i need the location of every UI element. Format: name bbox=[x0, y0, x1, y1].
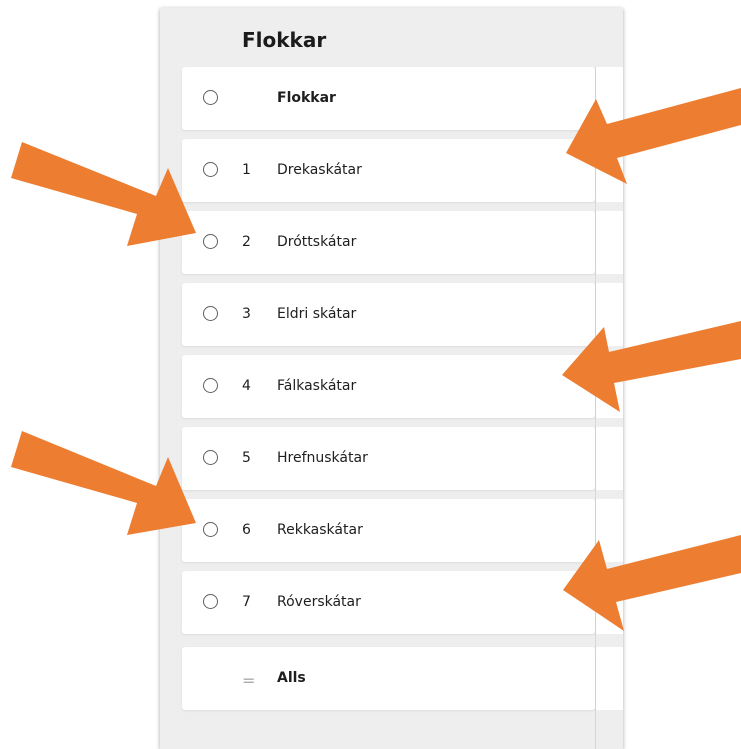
item-label: Eldri skátar bbox=[277, 306, 357, 322]
item-number: 7 bbox=[242, 594, 251, 610]
row-extension bbox=[596, 211, 623, 274]
item-number: 4 bbox=[242, 378, 251, 394]
row-extension bbox=[596, 283, 623, 346]
item-number: 3 bbox=[242, 306, 251, 322]
item-label: Dróttskátar bbox=[277, 234, 357, 250]
list-item[interactable]: 6 Rekkaskátar bbox=[182, 499, 595, 562]
row-extension bbox=[596, 355, 623, 418]
radio-button[interactable] bbox=[203, 234, 218, 249]
panel-title: Flokkar bbox=[242, 28, 327, 52]
row-extension bbox=[596, 499, 623, 562]
list-item[interactable]: 4 Fálkaskátar bbox=[182, 355, 595, 418]
row-extension bbox=[596, 647, 623, 710]
item-label: Rekkaskátar bbox=[277, 522, 363, 538]
row-extension bbox=[596, 139, 623, 202]
row-extension bbox=[596, 571, 623, 634]
list-item[interactable]: 2 Dróttskátar bbox=[182, 211, 595, 274]
radio-button[interactable] bbox=[203, 378, 218, 393]
item-number: 1 bbox=[242, 162, 251, 178]
total-label: Alls bbox=[277, 670, 306, 686]
item-label: Hrefnuskátar bbox=[277, 450, 368, 466]
radio-button[interactable] bbox=[203, 450, 218, 465]
item-number: 2 bbox=[242, 234, 251, 250]
row-extension bbox=[596, 67, 623, 130]
radio-button[interactable] bbox=[203, 306, 218, 321]
list-item[interactable]: 5 Hrefnuskátar bbox=[182, 427, 595, 490]
categories-panel: Flokkar Flokkar 1 Drekaskátar 2 Dróttská… bbox=[160, 8, 623, 749]
select-all-radio[interactable] bbox=[203, 90, 218, 105]
list-item[interactable]: 7 Róverskátar bbox=[182, 571, 595, 634]
radio-button[interactable] bbox=[203, 594, 218, 609]
row-extension bbox=[596, 427, 623, 490]
radio-button[interactable] bbox=[203, 522, 218, 537]
list-item[interactable]: 3 Eldri skátar bbox=[182, 283, 595, 346]
item-label: Fálkaskátar bbox=[277, 378, 357, 394]
list-item[interactable]: 1 Drekaskátar bbox=[182, 139, 595, 202]
equals-icon: = bbox=[242, 671, 256, 690]
select-all-row[interactable]: Flokkar bbox=[182, 67, 595, 130]
item-label: Drekaskátar bbox=[277, 162, 362, 178]
radio-button[interactable] bbox=[203, 162, 218, 177]
total-row: = Alls bbox=[182, 647, 595, 710]
item-label: Róverskátar bbox=[277, 594, 361, 610]
item-number: 6 bbox=[242, 522, 251, 538]
item-number: 5 bbox=[242, 450, 251, 466]
select-all-label: Flokkar bbox=[277, 90, 336, 106]
